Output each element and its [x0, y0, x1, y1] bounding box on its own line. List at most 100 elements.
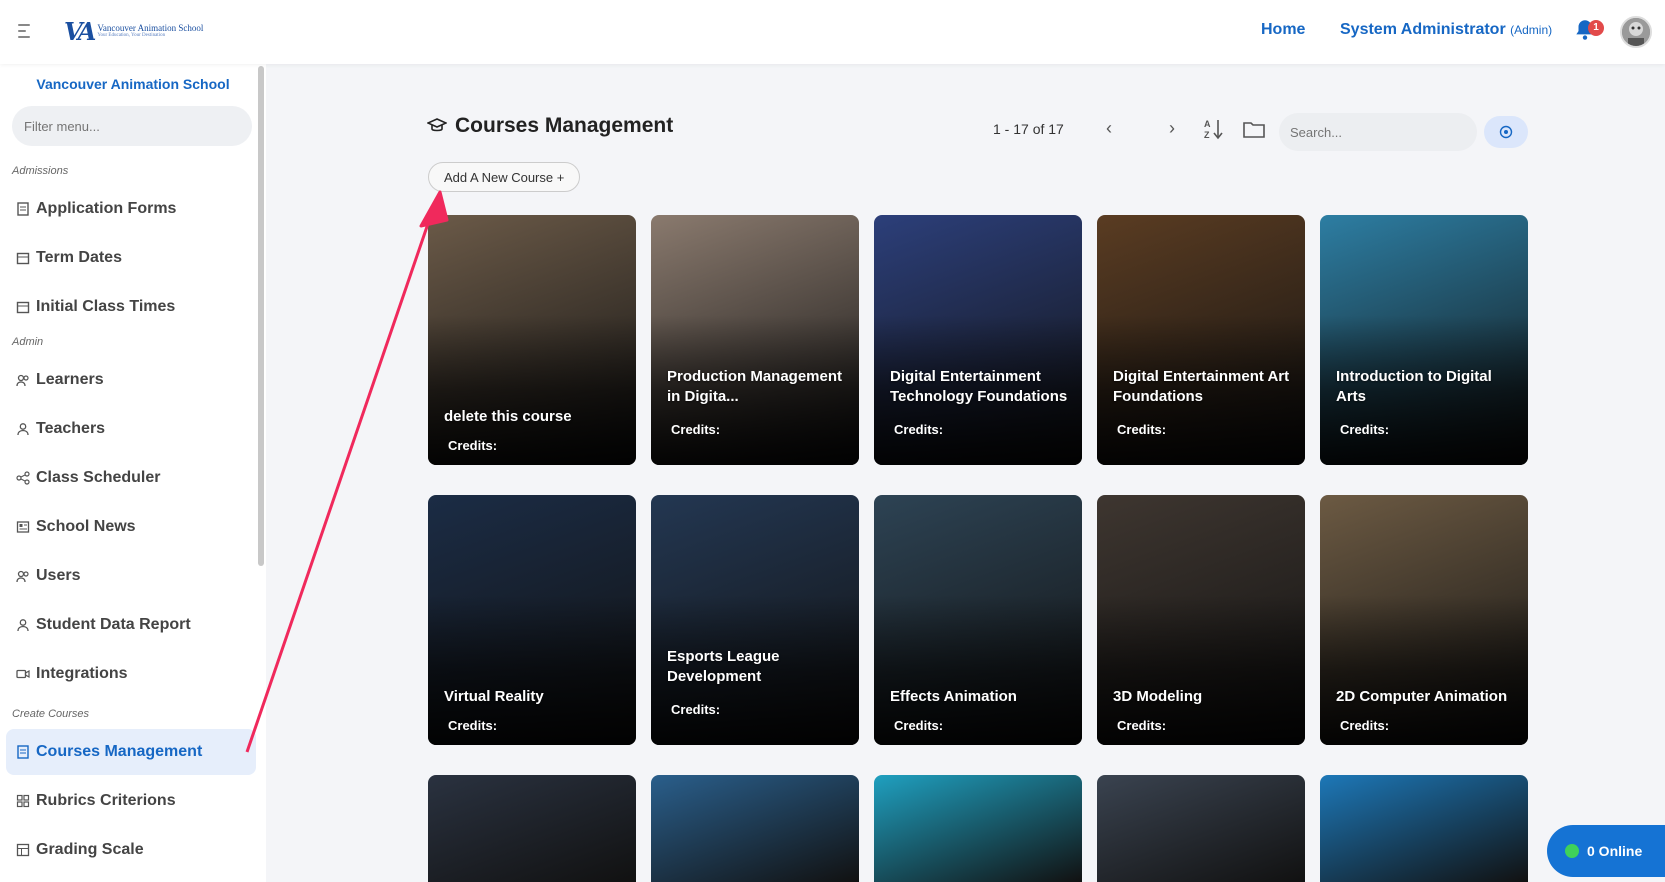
sidebar-item-label: Student Data Report: [36, 616, 191, 633]
sidebar-item-initial-class-times[interactable]: Initial Class Times: [6, 284, 256, 330]
section-create-courses: Create Courses: [12, 708, 90, 720]
course-card[interactable]: Effects Animation Credits:: [874, 495, 1082, 745]
sidebar-item-teachers[interactable]: Teachers: [6, 406, 256, 452]
course-credits: Credits:: [894, 718, 944, 733]
online-count: 0 Online: [1587, 843, 1643, 859]
course-card[interactable]: [1097, 775, 1305, 882]
avatar[interactable]: [1620, 16, 1652, 48]
course-credits: Credits:: [448, 718, 498, 733]
top-bar: VA Vancouver Animation School Your Educa…: [0, 0, 1665, 64]
calendar-icon: [16, 252, 30, 265]
sidebar-item-label: School News: [36, 518, 136, 535]
course-title: Digital Entertainment Art Foundations: [1113, 368, 1290, 405]
course-credits: Credits:: [1117, 422, 1167, 437]
course-title: Effects Animation: [890, 688, 1017, 705]
sidebar: Vancouver Animation School Admissions Ap…: [0, 64, 266, 882]
sidebar-item-label: Users: [36, 567, 81, 584]
sidebar-item-student-data-report[interactable]: Student Data Report: [6, 602, 256, 648]
online-dot-icon: [1565, 844, 1579, 858]
filter-menu-input[interactable]: [12, 106, 252, 146]
course-title: Digital Entertainment Technology Foundat…: [890, 368, 1068, 405]
document-icon: [17, 745, 29, 759]
sidebar-item-label: Term Dates: [36, 249, 122, 266]
course-card[interactable]: Introduction to Digital Arts Credits:: [1320, 215, 1528, 465]
course-card[interactable]: [651, 775, 859, 882]
chevron-right-icon[interactable]: ›: [1169, 118, 1175, 139]
page-title-text: Courses Management: [455, 114, 674, 137]
course-credits: Credits:: [894, 422, 944, 437]
sidebar-item-label: Initial Class Times: [36, 298, 176, 315]
users-icon: [16, 374, 29, 387]
document-icon: [17, 202, 29, 216]
sidebar-item-school-news[interactable]: School News: [6, 504, 256, 550]
share-icon: [16, 471, 30, 485]
course-card[interactable]: Virtual Reality Credits:: [428, 495, 636, 745]
course-card[interactable]: 3D Modeling Credits:: [1097, 495, 1305, 745]
sidebar-item-label: Learners: [36, 371, 104, 388]
sidebar-school-name: Vancouver Animation School: [36, 76, 230, 92]
sidebar-item-learners[interactable]: Learners: [6, 357, 256, 403]
video-icon: [16, 669, 30, 679]
course-credits: Credits:: [1117, 718, 1167, 733]
course-card[interactable]: [428, 775, 636, 882]
menu-toggle-icon[interactable]: [18, 24, 30, 40]
sidebar-item-label: Application Forms: [36, 200, 177, 217]
add-course-button[interactable]: Add A New Course +: [428, 162, 581, 192]
users-icon: [16, 570, 29, 583]
school-logo[interactable]: VA Vancouver Animation School Your Educa…: [64, 17, 203, 46]
nav-home-link[interactable]: Home: [1261, 21, 1305, 39]
sidebar-scrollbar[interactable]: [258, 66, 264, 566]
course-title: Esports League Development: [667, 648, 780, 685]
sidebar-item-courses-management[interactable]: Courses Management: [6, 729, 256, 775]
pagination-count: 1 - 17 of 17: [993, 121, 1064, 137]
news-icon: [16, 521, 30, 533]
admin-name: System Administrator: [1340, 21, 1506, 38]
calendar-icon: [16, 301, 30, 314]
course-card[interactable]: Digital Entertainment Art Foundations Cre…: [1097, 215, 1305, 465]
sidebar-item-users[interactable]: Users: [6, 553, 256, 599]
course-card[interactable]: [874, 775, 1082, 882]
sidebar-item-label: Rubrics Criterions: [36, 792, 176, 809]
filter-button[interactable]: [1484, 116, 1528, 148]
table-icon: [16, 843, 30, 857]
sidebar-item-label: Integrations: [36, 665, 128, 682]
course-card[interactable]: Esports League Development Credits:: [651, 495, 859, 745]
course-card[interactable]: Digital Entertainment Technology Foundat…: [874, 215, 1082, 465]
graduation-cap-icon: [427, 118, 447, 132]
course-title: 2D Computer Animation: [1336, 688, 1508, 705]
online-status-button[interactable]: 0 Online: [1547, 825, 1665, 877]
sidebar-item-label: Class Scheduler: [36, 469, 161, 486]
course-title: Introduction to Digital Arts: [1336, 368, 1492, 405]
course-title: 3D Modeling: [1113, 688, 1203, 705]
section-admin: Admin: [12, 336, 44, 348]
user-icon: [17, 619, 29, 632]
course-title: Virtual Reality: [444, 688, 544, 705]
sidebar-item-integrations[interactable]: Integrations: [6, 651, 256, 697]
course-card[interactable]: 2D Computer Animation Credits:: [1320, 495, 1528, 745]
course-credits: Credits:: [671, 422, 721, 437]
nav-admin-link[interactable]: System Administrator (Admin): [1340, 21, 1552, 39]
notification-badge: 1: [1588, 20, 1604, 36]
course-card[interactable]: delete this course Credits:: [428, 215, 636, 465]
admin-role: (Admin): [1510, 23, 1553, 37]
chevron-left-icon[interactable]: ‹: [1106, 118, 1112, 139]
section-admissions: Admissions: [12, 165, 69, 177]
course-credits: Credits:: [1340, 422, 1390, 437]
course-title: Production Management in Digita...: [667, 368, 843, 405]
course-credits: Credits:: [448, 438, 498, 453]
sidebar-item-rubrics-criterions[interactable]: Rubrics Criterions: [6, 778, 256, 824]
sidebar-item-term-dates[interactable]: Term Dates: [6, 235, 256, 281]
sidebar-item-class-scheduler[interactable]: Class Scheduler: [6, 455, 256, 501]
search-input[interactable]: [1279, 113, 1477, 151]
sort-az-icon[interactable]: A Z: [1203, 118, 1225, 140]
course-card[interactable]: [1320, 775, 1528, 882]
target-icon: [1499, 125, 1513, 139]
svg-text:A: A: [1204, 119, 1211, 129]
sidebar-item-grading-scale[interactable]: Grading Scale: [6, 827, 256, 873]
sidebar-item-application-forms[interactable]: Application Forms: [6, 186, 256, 232]
course-card[interactable]: Production Management in Digita... Credit…: [651, 215, 859, 465]
course-credits: Credits:: [1340, 718, 1390, 733]
folder-icon[interactable]: [1243, 120, 1265, 138]
course-title: delete this course: [444, 408, 572, 425]
sidebar-item-label: Teachers: [36, 420, 106, 437]
